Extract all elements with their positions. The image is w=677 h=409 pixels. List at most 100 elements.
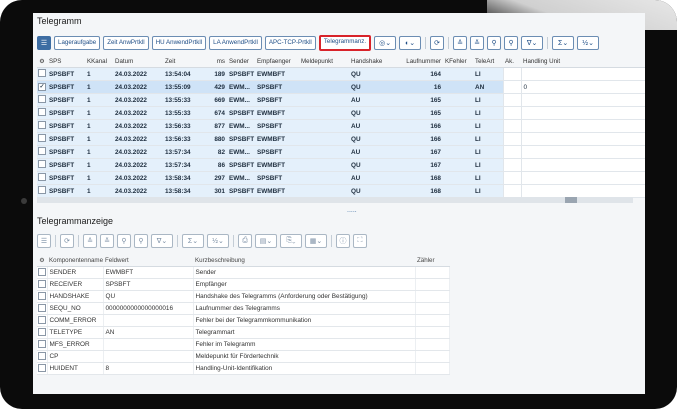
col-header-handling-unit[interactable]: Handling Unit (521, 56, 645, 68)
table-row[interactable]: SPSBFT 1 24.03.2022 13:54:04 189 SPSBFT EWMBFT… (37, 67, 645, 81)
table-row[interactable]: SENDER EWMBFT Sender (37, 266, 450, 279)
col-header-zeit[interactable]: Zeit (163, 56, 207, 68)
table-row[interactable]: ✓ SPSBFT 1 24.03.2022 13:55:09 429 EWM... SPSBF… (37, 80, 645, 94)
checkbox[interactable] (38, 160, 46, 168)
col-header-meldepunkt[interactable]: Meldepunkt (299, 56, 349, 68)
checkbox[interactable] (38, 121, 46, 129)
table-row[interactable]: CP Meldepunkt für Fördertechnik (37, 350, 450, 363)
checkbox[interactable] (37, 279, 46, 288)
scrollbar-thumb[interactable] (565, 197, 577, 203)
row-checkbox[interactable] (37, 67, 47, 81)
row-checkbox[interactable]: ✓ (37, 80, 47, 94)
print-icon[interactable]: ⎙ (238, 234, 252, 248)
apc-tcp-prtkll-button[interactable]: APC-TCP-Prtkll (264, 36, 316, 50)
checkbox[interactable]: ✓ (38, 83, 46, 91)
filter-icon[interactable]: ∇⌄ (521, 36, 544, 50)
checkbox[interactable] (38, 186, 46, 194)
table-row[interactable]: COMM_ERROR Fehler bei der Telegrammkommun… (37, 314, 450, 327)
checkbox[interactable] (37, 351, 46, 360)
search-next-icon[interactable]: ⚲ (504, 36, 519, 50)
row-checkbox[interactable] (37, 338, 48, 351)
hu-anwendprtkll-button[interactable]: HU AnwendPrtkll (151, 36, 207, 50)
details-menu-icon[interactable]: ◎⌄ (374, 36, 397, 50)
column-settings-icon[interactable]: ⚙ (37, 56, 47, 68)
table-row[interactable]: SEQU_NO 0000000000000000016 Laufnummer des… (37, 302, 450, 315)
table-row[interactable]: RECEIVER SPSBFT Empfänger (37, 278, 450, 291)
col-header-laufnummer[interactable]: Laufnummer (399, 56, 443, 68)
row-checkbox[interactable] (37, 119, 47, 133)
row-checkbox[interactable] (37, 326, 48, 339)
table-row[interactable]: SPSBFT 1 24.03.2022 13:56:33 880 SPSBFT EWMBFT… (37, 132, 645, 146)
search-next-icon[interactable]: ⚲ (134, 234, 148, 248)
checkbox[interactable] (38, 95, 46, 103)
layout-icon[interactable]: ☰ (37, 234, 51, 248)
checkbox[interactable] (38, 69, 46, 77)
col-header-zaehler[interactable]: Zähler (415, 255, 449, 267)
checkbox[interactable] (38, 173, 46, 181)
subtotal-icon[interactable]: ½⌄ (207, 234, 229, 248)
fullscreen-icon[interactable]: ⛶ (353, 234, 367, 248)
la-anwendprtkll-button[interactable]: LA AnwendPrtkll (209, 36, 262, 50)
layout-menu-icon[interactable]: ▦⌄ (305, 234, 327, 248)
row-checkbox[interactable] (37, 184, 47, 198)
row-checkbox[interactable] (37, 171, 47, 185)
table-row[interactable]: SPSBFT 1 24.03.2022 13:58:34 297 EWM... SPSBFT… (37, 171, 645, 185)
sort-ascending-icon[interactable]: ≙ (83, 234, 97, 248)
checkbox[interactable] (37, 339, 46, 348)
refresh-icon[interactable]: ⟳ (430, 36, 445, 50)
refresh-icon[interactable]: ⟳ (60, 234, 74, 248)
row-checkbox[interactable] (37, 145, 47, 159)
checkbox[interactable] (38, 134, 46, 142)
row-checkbox[interactable] (37, 106, 47, 120)
row-checkbox[interactable] (37, 362, 48, 375)
row-checkbox[interactable] (37, 266, 48, 279)
table-row[interactable]: SPSBFT 1 24.03.2022 13:56:33 877 EWM... SPSBFT… (37, 119, 645, 133)
lageraufgabe-button[interactable]: Lageraufgabe (54, 36, 101, 50)
sum-icon[interactable]: Σ⌄ (552, 36, 575, 50)
horizontal-scrollbar[interactable] (37, 197, 633, 203)
checkbox[interactable] (37, 291, 46, 300)
table-row[interactable]: SPSBFT 1 24.03.2022 13:57:34 82 EWM... SPSBFT A… (37, 145, 645, 159)
sort-descending-icon[interactable]: ≚ (100, 234, 114, 248)
row-checkbox[interactable] (37, 290, 48, 303)
col-header-teleart[interactable]: TeleArt (473, 56, 503, 68)
checkbox[interactable] (38, 147, 46, 155)
col-header-kurzbeschreibung[interactable]: Kurzbeschreibung (193, 255, 415, 267)
checkbox[interactable] (37, 315, 46, 324)
telegrammanz-button[interactable]: Telegrammanz. (318, 35, 372, 51)
table-row[interactable]: MFS_ERROR Fehler im Telegramm (37, 338, 450, 351)
checkbox[interactable] (37, 327, 46, 336)
filter-icon[interactable]: ∇⌄ (151, 234, 173, 248)
col-header-datum[interactable]: Datum (113, 56, 163, 68)
views-menu-icon[interactable]: ▤⌄ (255, 234, 277, 248)
table-row[interactable]: SPSBFT 1 24.03.2022 13:55:33 669 EWM... SPSBFT… (37, 93, 645, 107)
row-checkbox[interactable] (37, 158, 47, 172)
col-header-empfaenger[interactable]: Empfaenger (255, 56, 299, 68)
col-header-komponentenname[interactable]: Komponentenname (47, 255, 103, 267)
column-settings-icon[interactable]: ⚙ (37, 255, 47, 267)
col-header-kkanal[interactable]: KKanal (85, 56, 113, 68)
table-row[interactable]: SPSBFT 1 24.03.2022 13:58:34 301 SPSBFT EWMBFT… (37, 184, 645, 198)
col-header-sender[interactable]: Sender (227, 56, 255, 68)
search-icon[interactable]: ⚲ (487, 36, 502, 50)
checkbox[interactable] (38, 108, 46, 116)
table-row[interactable]: SPSBFT 1 24.03.2022 13:57:34 86 SPSBFT EWMBFT Q… (37, 158, 645, 172)
subtotal-icon[interactable]: ½⌄ (577, 36, 600, 50)
col-header-handshake[interactable]: Handshake (349, 56, 399, 68)
row-checkbox[interactable] (37, 302, 48, 315)
zeit-anwprtkll-button[interactable]: Zeit AnwPrtkll (103, 36, 149, 50)
splitter-handle[interactable]: ..... (347, 207, 357, 214)
table-row[interactable]: HUIDENT 8 Handling-Unit-Identifikation (37, 362, 450, 375)
row-checkbox[interactable] (37, 350, 48, 363)
row-checkbox[interactable] (37, 314, 48, 327)
checkbox[interactable] (37, 303, 46, 312)
sort-descending-icon[interactable]: ≚ (470, 36, 485, 50)
status-menu-icon[interactable]: ◐⌄ (399, 36, 422, 50)
layout-icon[interactable]: ☰ (37, 36, 51, 50)
col-header-ms[interactable]: ms (207, 56, 227, 68)
table-row[interactable]: HANDSHAKE QU Handshake des Telegramms (Anf… (37, 290, 450, 303)
search-icon[interactable]: ⚲ (117, 234, 131, 248)
row-checkbox[interactable] (37, 132, 47, 146)
sort-ascending-icon[interactable]: ≙ (453, 36, 468, 50)
row-checkbox[interactable] (37, 278, 48, 291)
